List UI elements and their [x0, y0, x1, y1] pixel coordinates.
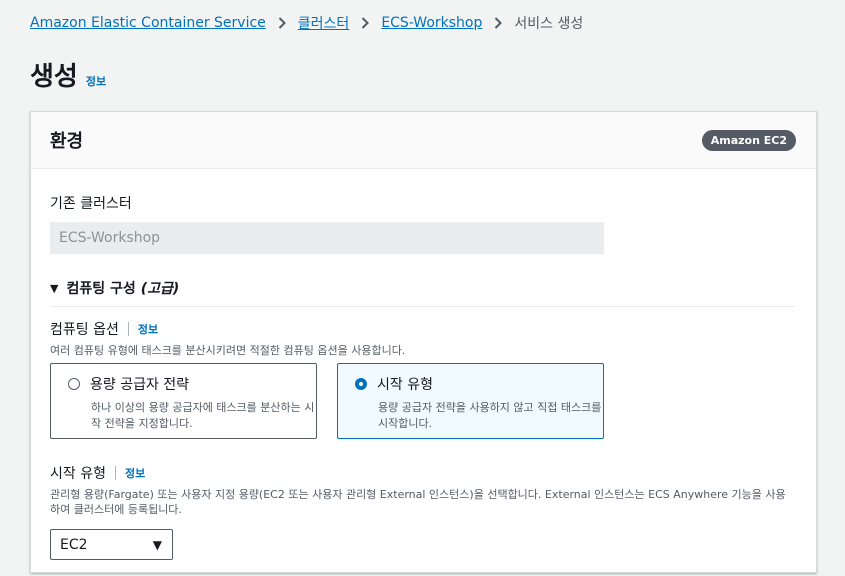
breadcrumb: Amazon Elastic Container Service 클러스터 EC… — [30, 13, 583, 33]
label-divider — [114, 466, 116, 480]
panel-body: 기존 클러스터 ECS-Workshop ▼ 컴퓨팅 구성 (고급) 컴퓨팅 옵… — [31, 169, 816, 560]
page-title-text: 생성 — [30, 62, 78, 92]
launch-type-select[interactable]: EC2 ▼ — [50, 529, 173, 560]
launch-type-selected-value: EC2 — [60, 536, 88, 553]
page-info-link[interactable]: 정보 — [86, 73, 106, 89]
radio-unselected-icon[interactable] — [68, 378, 80, 390]
panel-header: 환경 Amazon EC2 — [31, 112, 816, 169]
launch-badge: Amazon EC2 — [701, 129, 796, 151]
chevron-right-icon — [494, 17, 503, 29]
tile-head: 시작 유형 — [355, 374, 591, 394]
label-divider — [127, 322, 129, 336]
compute-config-suffix: (고급) — [140, 281, 180, 297]
tile-capacity-provider-strategy[interactable]: 용량 공급자 전략 하나 이상의 용량 공급자에 태스크를 분산하는 시작 전략… — [50, 363, 317, 439]
existing-cluster-input: ECS-Workshop — [50, 222, 604, 254]
launch-type-label-row: 시작 유형 정보 — [50, 463, 797, 483]
chevron-right-icon — [361, 17, 370, 29]
breadcrumb-link-clusters[interactable]: 클러스터 — [298, 13, 350, 33]
breadcrumb-link-ecs[interactable]: Amazon Elastic Container Service — [30, 15, 266, 31]
page-title: 생성 정보 — [30, 56, 106, 93]
panel-title: 환경 — [50, 131, 84, 152]
compute-options-label-row: 컴퓨팅 옵션 정보 — [50, 319, 797, 339]
tile-description: 용량 공급자 전략을 사용하지 않고 직접 태스크를 시작합니다. — [378, 401, 602, 430]
select-arrow-icon: ▼ — [152, 537, 162, 552]
chevron-right-icon — [278, 17, 286, 29]
launch-type-label: 시작 유형 — [50, 466, 106, 482]
tile-head: 용량 공급자 전략 — [68, 374, 304, 394]
compute-config-toggle[interactable]: ▼ 컴퓨팅 구성 (고급) — [50, 278, 795, 307]
tile-launch-type[interactable]: 시작 유형 용량 공급자 전략을 사용하지 않고 직접 태스크를 시작합니다. — [337, 363, 604, 439]
tile-title: 시작 유형 — [377, 377, 433, 393]
compute-options-tiles: 용량 공급자 전략 하나 이상의 용량 공급자에 태스크를 분산하는 시작 전략… — [50, 363, 797, 439]
tile-title: 용량 공급자 전략 — [90, 377, 190, 393]
launch-type-info-link[interactable]: 정보 — [125, 465, 145, 481]
radio-selected-icon[interactable] — [355, 378, 367, 390]
compute-options-info-link[interactable]: 정보 — [138, 321, 158, 337]
compute-config-label: 컴퓨팅 구성 — [66, 281, 136, 297]
compute-options-description: 여러 컴퓨팅 유형에 태스크를 분산시키려면 적절한 컴퓨팅 옵션을 사용합니다… — [50, 344, 406, 357]
caret-down-icon: ▼ — [50, 281, 59, 295]
launch-type-description: 관리형 용량(Fargate) 또는 사용자 지정 용량(EC2 또는 사용자 … — [50, 488, 786, 516]
breadcrumb-current: 서비스 생성 — [514, 16, 584, 32]
breadcrumb-link-cluster[interactable]: ECS-Workshop — [381, 15, 482, 31]
existing-cluster-label: 기존 클러스터 — [50, 196, 132, 212]
compute-options-label: 컴퓨팅 옵션 — [50, 322, 119, 338]
tile-description: 하나 이상의 용량 공급자에 태스크를 분산하는 시작 전략을 지정합니다. — [91, 401, 315, 430]
environment-panel: 환경 Amazon EC2 기존 클러스터 ECS-Workshop ▼ 컴퓨팅… — [30, 111, 817, 573]
